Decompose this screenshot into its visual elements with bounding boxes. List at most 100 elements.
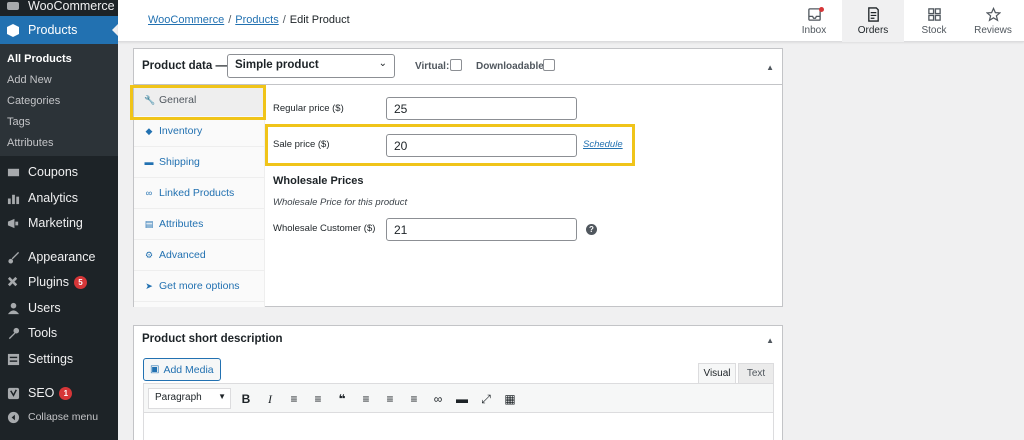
sidebar-item-appearance[interactable]: Appearance (0, 245, 118, 269)
inbox-button[interactable]: Inbox (783, 0, 845, 42)
tab-visual[interactable]: Visual (698, 363, 736, 383)
breadcrumb: WooCommerce / Products / Edit Product (148, 14, 350, 26)
sidebar-item-analytics[interactable]: Analytics (0, 186, 118, 210)
sidebar-item-label: Settings (28, 352, 74, 366)
align-left-icon[interactable]: ≡ (358, 391, 374, 407)
tab-label: Linked Products (159, 187, 235, 199)
short-description-title: Product short description (142, 333, 283, 345)
add-media-button[interactable]: ▣ Add Media (143, 358, 221, 381)
fullscreen-icon[interactable]: ⤢ (478, 391, 494, 407)
stock-button[interactable]: Stock (903, 0, 965, 42)
submenu-all-products[interactable]: All Products (0, 49, 118, 69)
link-icon: ∞ (145, 188, 153, 198)
yoast-icon (6, 386, 20, 400)
wholesale-prices-title: Wholesale Prices (273, 175, 364, 187)
align-right-icon[interactable]: ≡ (406, 391, 422, 407)
collapse-icon (6, 410, 20, 424)
chevron-down-icon: ▼ (218, 392, 226, 401)
breadcrumb-current: Edit Product (289, 14, 350, 26)
stock-label: Stock (921, 24, 947, 36)
submenu-add-new[interactable]: Add New (0, 70, 118, 90)
sidebar-item-seo[interactable]: SEO 1 (0, 381, 118, 405)
archive-icon (6, 23, 20, 37)
sidebar-item-label: Appearance (28, 250, 96, 264)
tab-shipping[interactable]: ▬ Shipping (134, 147, 264, 178)
sidebar-item-plugins[interactable]: Plugins 5 (0, 270, 118, 294)
sidebar-item-label: Collapse menu (28, 411, 99, 423)
regular-price-input[interactable]: 25 (386, 97, 577, 120)
wholesale-customer-input[interactable]: 21 (386, 218, 577, 241)
tab-label: Get more options (159, 280, 240, 292)
collapse-arrow-icon[interactable]: ▲ (766, 336, 774, 345)
paintbrush-icon (6, 250, 20, 264)
italic-icon[interactable]: I (262, 391, 278, 407)
tab-advanced[interactable]: ⚙ Advanced (134, 240, 264, 271)
reviews-button[interactable]: Reviews (962, 0, 1024, 42)
woocommerce-header: WooCommerce / Products / Edit Product Inbox … (118, 0, 1024, 42)
format-select[interactable]: Paragraph ▼ (148, 388, 231, 409)
format-value: Paragraph (155, 392, 202, 403)
numbered-list-icon[interactable]: ≡ (310, 391, 326, 407)
virtual-checkbox[interactable] (450, 59, 462, 71)
notification-dot (819, 7, 824, 12)
sidebar-item-products[interactable]: Products (0, 16, 118, 44)
user-icon (6, 301, 20, 315)
wrench-icon (6, 326, 20, 340)
admin-sidebar: WooCommerce Products All Products Add Ne… (0, 0, 118, 440)
product-data-header: Product data — Simple product ⌄ Virtual:… (134, 49, 782, 85)
tab-label: Shipping (159, 156, 200, 168)
read-more-icon[interactable]: ▬ (454, 391, 470, 407)
breadcrumb-separator: / (228, 14, 232, 26)
tab-text[interactable]: Text (738, 363, 774, 383)
submenu-categories[interactable]: Categories (0, 91, 118, 111)
sidebar-item-label: Products (28, 23, 78, 37)
link-icon[interactable]: ∞ (430, 391, 446, 407)
sidebar-item-tools[interactable]: Tools (0, 321, 118, 345)
submenu-attributes[interactable]: Attributes (0, 133, 118, 153)
sidebar-item-coupons[interactable]: Coupons (0, 160, 118, 184)
ticket-icon (6, 165, 20, 179)
sidebar-item-label: WooCommerce (28, 0, 115, 13)
reviews-label: Reviews (974, 24, 1012, 36)
tag-icon: ◆ (145, 125, 153, 136)
orders-label: Orders (857, 24, 889, 36)
breadcrumb-separator: / (282, 14, 286, 26)
woocommerce-icon (6, 0, 20, 13)
breadcrumb-products-link[interactable]: Products (235, 14, 278, 26)
update-count-badge: 5 (74, 275, 87, 289)
tab-inventory[interactable]: ◆ Inventory (134, 116, 264, 147)
tab-get-more-options[interactable]: ➤ Get more options (134, 271, 264, 302)
tab-attributes[interactable]: ▤ Attributes (134, 209, 264, 240)
help-tip-icon[interactable]: ? (586, 224, 597, 235)
align-center-icon[interactable]: ≡ (382, 391, 398, 407)
sidebar-item-label: Tools (28, 326, 58, 340)
breadcrumb-woocommerce-link[interactable]: WooCommerce (148, 14, 224, 26)
virtual-label: Virtual: (415, 61, 450, 72)
bold-icon[interactable]: B (238, 391, 254, 407)
editor-toolbar: Paragraph ▼ B I ≡ ≡ ❝ ≡ ≡ ≡ ∞ ▬ ⤢ ▦ (143, 383, 774, 413)
star-icon (985, 6, 1001, 22)
keyboard-icon[interactable]: ▦ (502, 391, 518, 407)
collapse-arrow-icon[interactable]: ▲ (766, 63, 774, 72)
bullet-list-icon[interactable]: ≡ (286, 391, 302, 407)
stock-icon (927, 7, 941, 21)
tab-linked-products[interactable]: ∞ Linked Products (134, 178, 264, 209)
short-description-editor[interactable] (143, 413, 774, 440)
add-media-label: Add Media (163, 363, 214, 376)
seo-notification-badge: 1 (59, 386, 73, 400)
short-description-panel: Product short description ▲ ▣ Add Media … (133, 325, 783, 440)
sidebar-item-label: Coupons (28, 165, 79, 179)
media-icon: ▣ (150, 364, 160, 375)
product-type-select[interactable]: Simple product ⌄ (227, 54, 395, 78)
sidebar-item-marketing[interactable]: Marketing (0, 211, 118, 235)
downloadable-checkbox[interactable] (543, 59, 555, 71)
blockquote-icon[interactable]: ❝ (334, 391, 350, 407)
submenu-tags[interactable]: Tags (0, 112, 118, 132)
sidebar-item-label: SEO (28, 386, 55, 400)
sidebar-item-users[interactable]: Users (0, 296, 118, 320)
collapse-menu-button[interactable]: Collapse menu (0, 405, 118, 429)
tab-label: Inventory (159, 125, 203, 137)
sidebar-item-settings[interactable]: Settings (0, 347, 118, 371)
orders-button[interactable]: Orders (842, 0, 904, 42)
chevron-down-icon: ⌄ (378, 58, 387, 69)
